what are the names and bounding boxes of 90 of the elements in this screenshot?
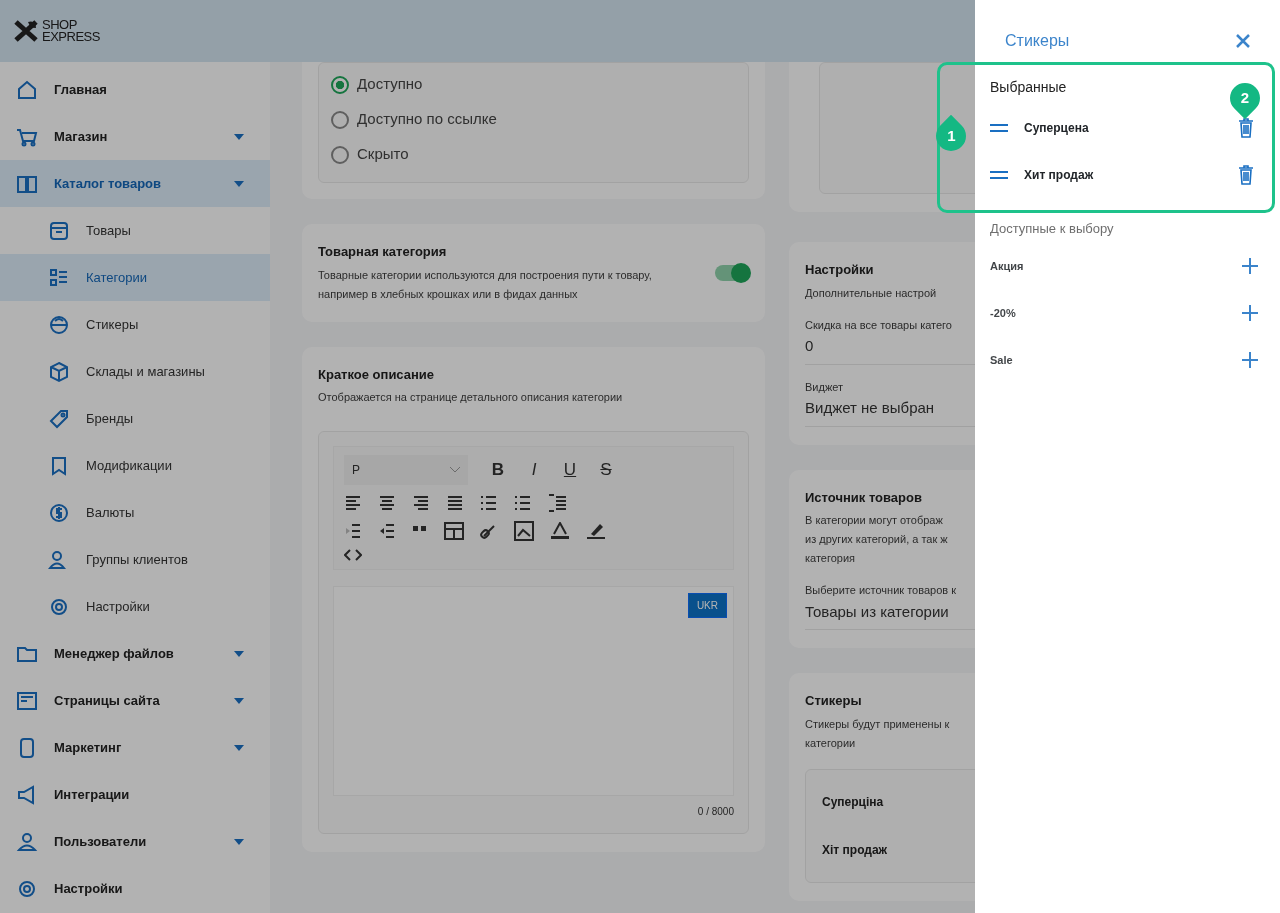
page-icon <box>16 689 38 712</box>
home-icon <box>16 78 38 101</box>
highlighter-icon[interactable] <box>586 522 606 540</box>
sidebar-item[interactable]: Каталог товаров <box>0 160 270 207</box>
link-icon[interactable] <box>480 522 498 540</box>
logo-text: SHOP EXPRESS <box>42 19 100 43</box>
chevron-icon <box>450 467 460 473</box>
table-cell-text: Хіт продаж <box>822 841 889 859</box>
plus-icon[interactable] <box>1242 352 1258 368</box>
code-icon[interactable] <box>344 549 362 561</box>
panel-title: Стикеры <box>1005 31 1070 51</box>
radio-option[interactable]: Доступно по ссылке <box>331 102 736 137</box>
sidebar-item[interactable]: Настройки <box>0 583 270 630</box>
card-description: Дополнительные настрой <box>805 285 938 301</box>
drag-handle-icon[interactable] <box>990 122 1008 133</box>
table-icon[interactable] <box>444 522 464 540</box>
underline-button[interactable]: U <box>556 456 584 484</box>
justify-icon[interactable] <box>446 493 464 513</box>
align-right-icon[interactable] <box>412 493 430 513</box>
sidebar-item[interactable]: Пользователи <box>0 818 270 865</box>
radio-option[interactable]: Скрыто <box>331 137 736 172</box>
cube-icon <box>48 360 70 383</box>
sticker-name: Хит продаж <box>1024 166 1095 184</box>
sidebar-item[interactable]: Бренды <box>0 395 270 442</box>
field-label: Скидка на все товары катего <box>805 317 953 333</box>
line-height-icon[interactable] <box>548 493 566 513</box>
sidebar-item[interactable]: Категории <box>0 254 270 301</box>
card-description: В категории могут отображ <box>805 513 944 528</box>
section-heading: Доступные к выбору <box>990 220 1115 238</box>
sticker-name: Суперцена <box>1024 119 1090 137</box>
sidebar-item[interactable]: Маркетинг <box>0 724 270 771</box>
align-left-icon[interactable] <box>344 493 362 513</box>
card-description: Отображается на странице детального описания категории <box>318 390 624 405</box>
tag-icon <box>48 407 70 430</box>
sidebar-item[interactable]: Склады и магазины <box>0 348 270 395</box>
trash-icon[interactable] <box>1238 164 1254 185</box>
card-title: Краткое описание <box>318 365 436 384</box>
radio-option[interactable]: Доступно <box>331 67 736 102</box>
trash-icon[interactable] <box>1238 117 1254 138</box>
logo-icon <box>14 20 38 42</box>
sidebar-item[interactable]: Модификации <box>0 442 270 489</box>
sidebar-item[interactable]: Интеграции <box>0 771 270 818</box>
card-title: Настройки <box>805 261 875 279</box>
plus-icon[interactable] <box>1242 258 1258 274</box>
align-center-icon[interactable] <box>378 493 396 513</box>
sidebar-item[interactable]: Валюты <box>0 489 270 536</box>
bullet-list-icon[interactable] <box>480 493 498 513</box>
sidebar-item[interactable]: Товары <box>0 207 270 254</box>
drag-handle-icon[interactable] <box>990 169 1008 180</box>
sidebar-item[interactable]: Менеджер файлов <box>0 630 270 677</box>
sidebar-item[interactable]: Главная <box>0 66 270 113</box>
toggle-switch[interactable] <box>715 264 749 281</box>
language-button[interactable]: UKR <box>687 593 727 618</box>
text-area[interactable]: UKR <box>333 586 734 796</box>
image-icon[interactable] <box>514 521 534 541</box>
sticker-name: -20% <box>990 305 1017 321</box>
field-label: Виджет <box>805 379 845 395</box>
card-title: Стикеры <box>805 692 863 710</box>
indent-icon[interactable] <box>378 521 396 541</box>
card-description: Стикеры будут применены к <box>805 716 951 732</box>
sticker-name: Sale <box>990 352 1014 368</box>
card-description: Товарные категории используются для построения пути к товару, например в хлебных крошках или в фидах данных <box>318 267 653 302</box>
plus-icon[interactable] <box>1242 305 1258 321</box>
sidebar-item[interactable]: Страницы сайта <box>0 677 270 724</box>
outdent-icon[interactable] <box>344 521 362 541</box>
text-color-icon[interactable] <box>550 522 570 540</box>
card-description: категория <box>805 551 857 566</box>
numbered-list-icon[interactable] <box>514 493 532 513</box>
bold-button[interactable]: B <box>484 456 512 484</box>
list-icon <box>48 266 70 289</box>
format-select[interactable]: P <box>344 455 468 485</box>
card-title: Источник товаров <box>805 488 923 507</box>
sidebar-item[interactable]: Группы клиентов <box>0 536 270 583</box>
field-label: Выберите источник товаров к <box>805 583 957 598</box>
sidebar-item[interactable]: Стикеры <box>0 301 270 348</box>
sticker-icon <box>48 313 70 336</box>
strike-button[interactable]: S <box>592 456 620 484</box>
character-counter: 0 / 8000 <box>696 805 734 819</box>
card-title: Товарная категория <box>318 243 448 261</box>
card-description: из других категорий, а так ж <box>805 532 949 547</box>
sidebar-item[interactable]: Магазин <box>0 113 270 160</box>
close-icon[interactable] <box>1236 34 1250 48</box>
dollar-icon <box>48 501 70 524</box>
user-icon <box>16 830 38 853</box>
table-cell-text: Суперціна <box>822 793 885 811</box>
italic-button[interactable]: I <box>520 456 548 484</box>
card-description: категории <box>805 735 857 751</box>
sidebar-item[interactable]: Настройки <box>0 865 270 912</box>
sticker-name: Акция <box>990 258 1025 274</box>
box-icon <box>48 219 70 242</box>
